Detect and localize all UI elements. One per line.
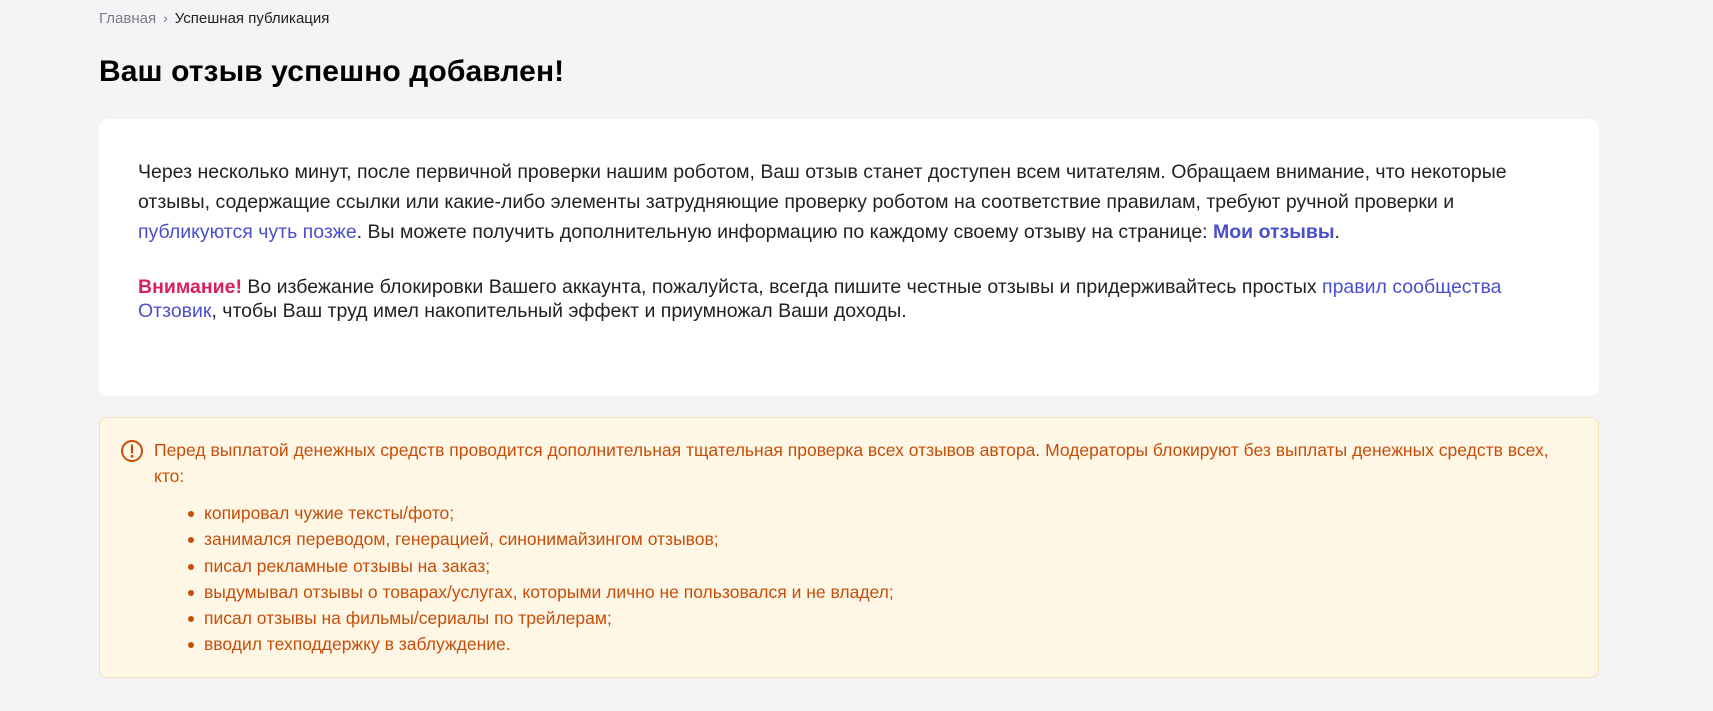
my-reviews-link[interactable]: Мои отзывы (1213, 221, 1335, 243)
warning-text-1: Во избежание блокировки Вашего аккаунта,… (241, 276, 1323, 298)
page-title: Ваш отзыв успешно добавлен! (99, 55, 565, 88)
notice-list: копировал чужие тексты/фото; занимался п… (188, 500, 894, 658)
info-text-3: . (1334, 221, 1340, 243)
breadcrumb-home-link[interactable]: Главная (99, 10, 156, 27)
attention-label: Внимание! (138, 276, 242, 298)
breadcrumb-separator: › (163, 10, 168, 26)
published-later-link[interactable]: публикуются чуть позже (138, 221, 357, 243)
payout-notice: Перед выплатой денежных средств проводит… (99, 417, 1599, 678)
warning-text-2: , чтобы Ваш труд имел накопительный эффе… (211, 300, 907, 322)
notice-list-item: копировал чужие тексты/фото; (188, 500, 894, 526)
info-paragraph: Через несколько минут, после первичной п… (138, 157, 1559, 247)
notice-list-item: занимался переводом, генерацией, синоним… (188, 526, 894, 552)
breadcrumb-current: Успешная публикация (174, 10, 330, 27)
breadcrumb: Главная › Успешная публикация (99, 8, 329, 29)
notice-list-item: писал рекламные отзывы на заказ; (188, 553, 894, 579)
warning-paragraph: Внимание! Во избежание блокировки Вашего… (138, 275, 1559, 323)
exclamation-circle-icon (120, 439, 144, 463)
notice-list-item: писал отзывы на фильмы/сериалы по трейле… (188, 605, 894, 631)
info-text-1: Через несколько минут, после первичной п… (138, 161, 1507, 213)
info-text-2: . Вы можете получить дополнительную инфо… (356, 221, 1214, 243)
notice-list-item: выдумывал отзывы о товарах/услугах, кото… (188, 579, 894, 605)
notice-list-item: вводил техподдержку в заблуждение. (188, 631, 894, 657)
success-info-card: Через несколько минут, после первичной п… (99, 119, 1599, 396)
notice-intro: Перед выплатой денежных средств проводит… (154, 440, 1549, 486)
